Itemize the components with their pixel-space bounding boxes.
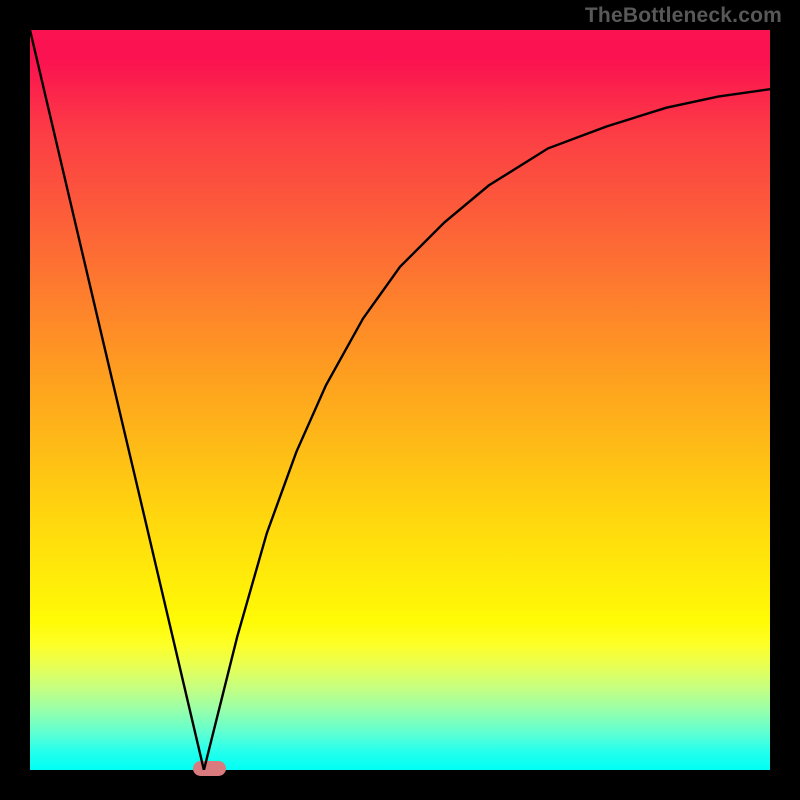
plot-area [30, 30, 770, 770]
watermark-text: TheBottleneck.com [585, 4, 782, 28]
curve-path [30, 30, 770, 770]
bottleneck-curve [30, 30, 770, 770]
chart-frame: TheBottleneck.com [0, 0, 800, 800]
